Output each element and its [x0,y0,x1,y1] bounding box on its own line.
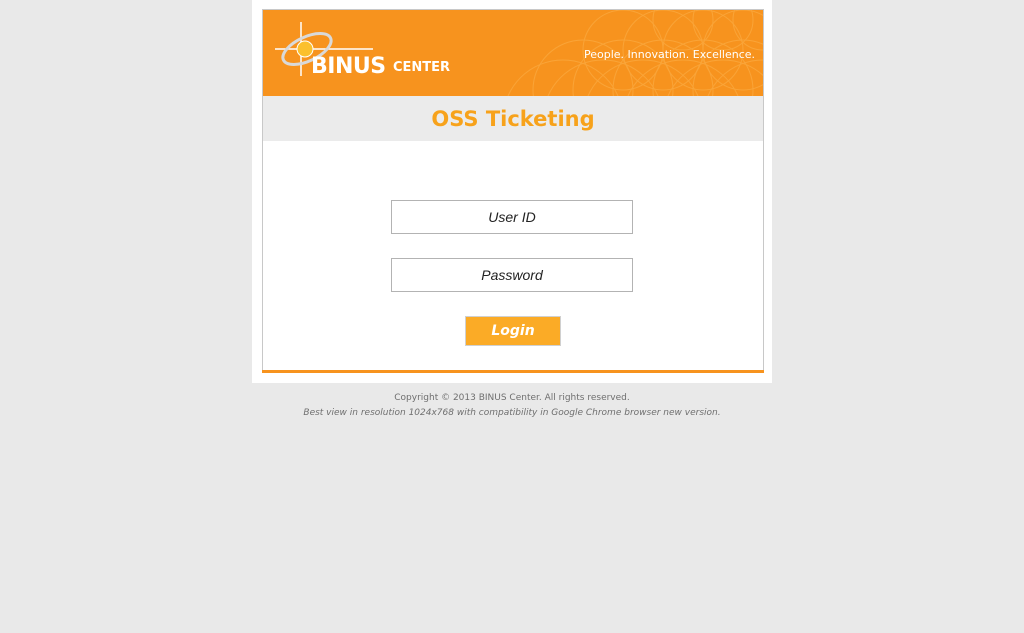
browser-note: Best view in resolution 1024x768 with co… [303,408,721,418]
login-button[interactable]: Login [465,316,561,346]
copyright-text: Copyright © 2013 BINUS Center. All right… [394,393,630,403]
login-container: BINUS CENTER People. Innovation. Excelle… [252,0,772,383]
footer: Copyright © 2013 BINUS Center. All right… [0,393,1024,418]
page-title: OSS Ticketing [431,107,595,131]
user-id-input[interactable] [391,200,633,234]
brand-name: BINUS [311,54,386,79]
login-panel: BINUS CENTER People. Innovation. Excelle… [262,9,764,372]
header-banner: BINUS CENTER People. Innovation. Excelle… [263,10,763,96]
password-input[interactable] [391,258,633,292]
panel-bottom-bar [262,370,764,373]
title-bar: OSS Ticketing [263,96,763,141]
tagline: People. Innovation. Excellence. [583,48,755,61]
brand-sub: CENTER [393,60,451,75]
